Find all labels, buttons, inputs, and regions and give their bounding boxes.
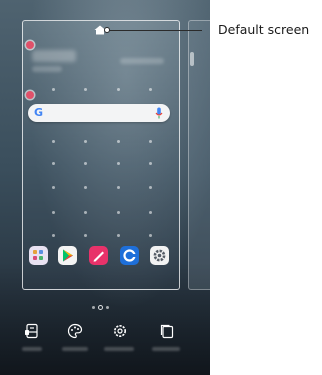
page-indicator-dot: [92, 306, 95, 309]
grid-placeholder-dot: [117, 234, 120, 237]
grid-placeholder-dot: [52, 140, 55, 143]
weather-text: [120, 58, 164, 64]
theme-label: [62, 347, 88, 351]
widgets-button[interactable]: [21, 320, 43, 342]
grid-placeholder-dot: [52, 211, 55, 214]
grid-placeholder-dot: [117, 211, 120, 214]
remove-widget-badge[interactable]: [26, 91, 34, 99]
wallpaper-label: [152, 347, 180, 351]
grid-placeholder-dot: [84, 211, 87, 214]
app-folder-icon[interactable]: [29, 246, 48, 265]
grid-placeholder-dot: [149, 211, 152, 214]
grid-placeholder-dot: [52, 88, 55, 91]
grid-placeholder-dot: [52, 234, 55, 237]
grid-placeholder-dot: [149, 186, 152, 189]
theme-icon: [67, 323, 83, 339]
callout-leader-line: [107, 30, 202, 31]
settings-icon[interactable]: [150, 246, 169, 265]
grid-placeholder-dot: [84, 186, 87, 189]
grid-placeholder-dot: [149, 140, 152, 143]
page-indicator-current: [98, 305, 103, 310]
wallpaper-button[interactable]: [156, 320, 178, 342]
grid-placeholder-dot: [84, 88, 87, 91]
widgets-label: [22, 347, 42, 351]
grid-placeholder-dot: [149, 88, 152, 91]
grid-placeholder-dot: [84, 234, 87, 237]
grid-placeholder-dot: [52, 186, 55, 189]
grid-placeholder-dot: [149, 234, 152, 237]
grid-placeholder-dot: [84, 162, 87, 165]
notes-icon[interactable]: [89, 246, 108, 265]
callout-pointer-dot: [104, 27, 110, 33]
browser-icon[interactable]: [120, 246, 139, 265]
home-settings-button[interactable]: [109, 320, 131, 342]
date-text: [32, 66, 62, 72]
grid-placeholder-dot: [52, 162, 55, 165]
widgets-icon: [25, 323, 38, 339]
grid-placeholder-dot: [117, 162, 120, 165]
phone-screen: G: [0, 0, 210, 375]
google-search-widget[interactable]: G: [28, 104, 170, 122]
page-indicator-dot: [106, 306, 109, 309]
remove-widget-badge[interactable]: [26, 41, 34, 49]
wallpaper-icon: [160, 324, 174, 339]
grid-placeholder-dot: [84, 140, 87, 143]
grid-placeholder-dot: [117, 140, 120, 143]
microphone-icon[interactable]: [155, 107, 163, 119]
play-store-icon[interactable]: [58, 246, 77, 265]
next-page-handle: [190, 52, 194, 66]
clock-widget[interactable]: [32, 50, 76, 62]
home-settings-icon: [114, 325, 126, 337]
home-settings-label: [104, 347, 134, 351]
grid-placeholder-dot: [117, 186, 120, 189]
default-screen-callout: Default screen: [218, 22, 310, 37]
google-logo-icon: G: [34, 106, 44, 119]
grid-placeholder-dot: [117, 88, 120, 91]
grid-placeholder-dot: [149, 162, 152, 165]
theme-button[interactable]: [64, 320, 86, 342]
